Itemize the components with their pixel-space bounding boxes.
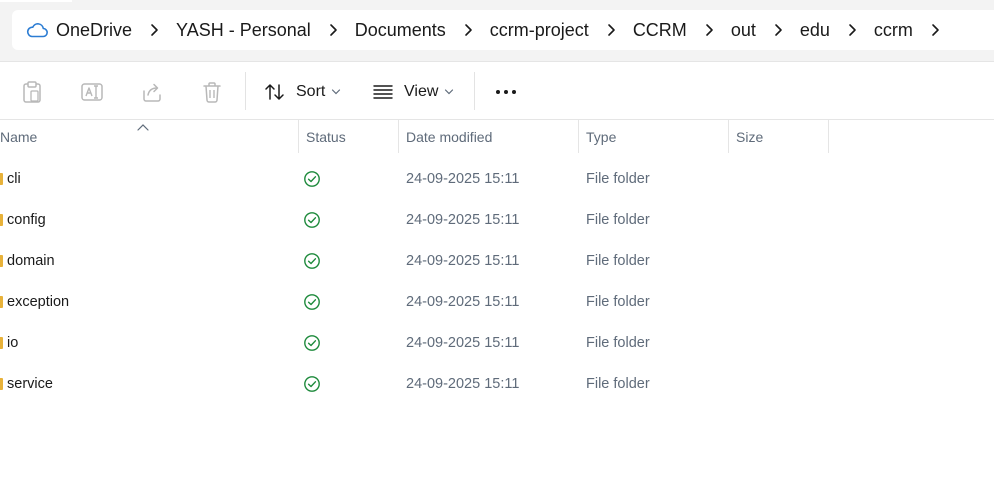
chevron-right-icon[interactable]: [913, 10, 957, 50]
file-name: service: [7, 375, 53, 392]
breadcrumb-label: edu: [799, 19, 830, 40]
sync-available-icon: [303, 363, 321, 404]
breadcrumb-label: ccrm-project: [489, 19, 589, 40]
rename-icon[interactable]: [80, 80, 104, 104]
paste-icon[interactable]: [20, 80, 44, 104]
chevron-right-icon[interactable]: [687, 10, 731, 50]
chevron-down-icon: [331, 89, 341, 95]
file-row[interactable]: config 24-09-2025 15:11 File folder: [0, 199, 994, 240]
share-icon[interactable]: [140, 80, 164, 104]
file-type: File folder: [586, 252, 650, 269]
column-header-label: Size: [736, 128, 764, 145]
sort-icon: [264, 82, 286, 102]
name-cell: service: [0, 363, 53, 404]
breadcrumb-label: OneDrive: [56, 19, 133, 40]
address-bar-area: OneDrive YASH - Personal Documents ccrm-…: [0, 0, 994, 62]
name-cell: cli: [0, 158, 21, 199]
name-cell: config: [0, 199, 46, 240]
chevron-right-icon[interactable]: [311, 10, 355, 50]
sync-available-icon: [303, 158, 321, 199]
toolbar-divider: [474, 72, 475, 110]
breadcrumb-label: out: [730, 19, 756, 40]
toolbar-divider: [245, 72, 246, 110]
breadcrumb-item-ccrm-project[interactable]: ccrm-project: [490, 10, 589, 50]
breadcrumb-item-onedrive[interactable]: OneDrive: [26, 10, 132, 50]
view-label: View: [404, 83, 439, 100]
column-header-status[interactable]: Status: [298, 120, 399, 153]
file-type: File folder: [586, 375, 650, 392]
folder-icon: [0, 336, 3, 349]
date-modified: 24-09-2025 15:11: [406, 211, 520, 228]
date-modified: 24-09-2025 15:11: [406, 293, 520, 310]
folder-icon: [0, 254, 3, 267]
file-type: File folder: [586, 293, 650, 310]
breadcrumb-item-edu[interactable]: edu: [800, 10, 830, 50]
file-name: io: [7, 334, 19, 351]
breadcrumb-item-ccrm-current[interactable]: ccrm: [874, 10, 913, 50]
column-header-label: Name: [0, 128, 38, 145]
column-header-label: Date modified: [406, 128, 493, 145]
view-button[interactable]: View: [372, 76, 454, 108]
chevron-down-icon: [444, 89, 454, 95]
folder-icon: [0, 295, 3, 308]
more-icon[interactable]: [492, 78, 520, 106]
date-modified: 24-09-2025 15:11: [406, 334, 520, 351]
sort-label: Sort: [296, 83, 326, 100]
sync-available-icon: [303, 199, 321, 240]
column-header-name[interactable]: Name: [0, 120, 299, 153]
file-row[interactable]: domain 24-09-2025 15:11 File folder: [0, 240, 994, 281]
chevron-right-icon[interactable]: [446, 10, 490, 50]
sync-available-icon: [303, 322, 321, 363]
name-cell: io: [0, 322, 18, 363]
column-header-date-modified[interactable]: Date modified: [398, 120, 579, 153]
command-bar: Sort View: [0, 62, 994, 120]
column-header-type[interactable]: Type: [578, 120, 729, 153]
file-type: File folder: [586, 211, 650, 228]
date-modified: 24-09-2025 15:11: [406, 252, 520, 269]
folder-icon: [0, 172, 3, 185]
file-row[interactable]: cli 24-09-2025 15:11 File folder: [0, 158, 994, 199]
sync-available-icon: [303, 281, 321, 322]
folder-icon: [0, 213, 3, 226]
file-row[interactable]: exception 24-09-2025 15:11 File folder: [0, 281, 994, 322]
column-header-label: Type: [586, 128, 617, 145]
column-header-label: Status: [306, 128, 346, 145]
file-name: config: [7, 211, 46, 228]
sort-button[interactable]: Sort: [264, 76, 341, 108]
breadcrumb-item-documents[interactable]: Documents: [355, 10, 446, 50]
file-name: exception: [7, 293, 70, 310]
breadcrumb-item-out[interactable]: out: [731, 10, 756, 50]
delete-icon[interactable]: [200, 80, 224, 104]
chevron-right-icon[interactable]: [589, 10, 633, 50]
folder-icon: [0, 377, 3, 390]
name-cell: exception: [0, 281, 69, 322]
column-header-size[interactable]: Size: [728, 120, 829, 153]
breadcrumb-item-yash-personal[interactable]: YASH - Personal: [176, 10, 311, 50]
file-row[interactable]: service 24-09-2025 15:11 File folder: [0, 363, 994, 404]
file-name: cli: [7, 170, 21, 187]
breadcrumb-label: ccrm: [873, 19, 913, 40]
breadcrumb[interactable]: OneDrive YASH - Personal Documents ccrm-…: [12, 10, 994, 50]
breadcrumb-label: CCRM: [632, 19, 687, 40]
breadcrumb-label: YASH - Personal: [176, 19, 311, 40]
file-type: File folder: [586, 334, 650, 351]
cloud-icon: [26, 22, 48, 38]
file-name: domain: [7, 252, 55, 269]
tab-strip-remnant: [0, 0, 72, 2]
chevron-right-icon[interactable]: [830, 10, 874, 50]
chevron-right-icon[interactable]: [132, 10, 176, 50]
date-modified: 24-09-2025 15:11: [406, 170, 520, 187]
breadcrumb-label: Documents: [354, 19, 446, 40]
sync-available-icon: [303, 240, 321, 281]
date-modified: 24-09-2025 15:11: [406, 375, 520, 392]
file-row[interactable]: io 24-09-2025 15:11 File folder: [0, 322, 994, 363]
view-list-icon: [372, 84, 394, 100]
file-type: File folder: [586, 170, 650, 187]
breadcrumb-item-ccrm[interactable]: CCRM: [633, 10, 687, 50]
chevron-right-icon[interactable]: [756, 10, 800, 50]
name-cell: domain: [0, 240, 55, 281]
